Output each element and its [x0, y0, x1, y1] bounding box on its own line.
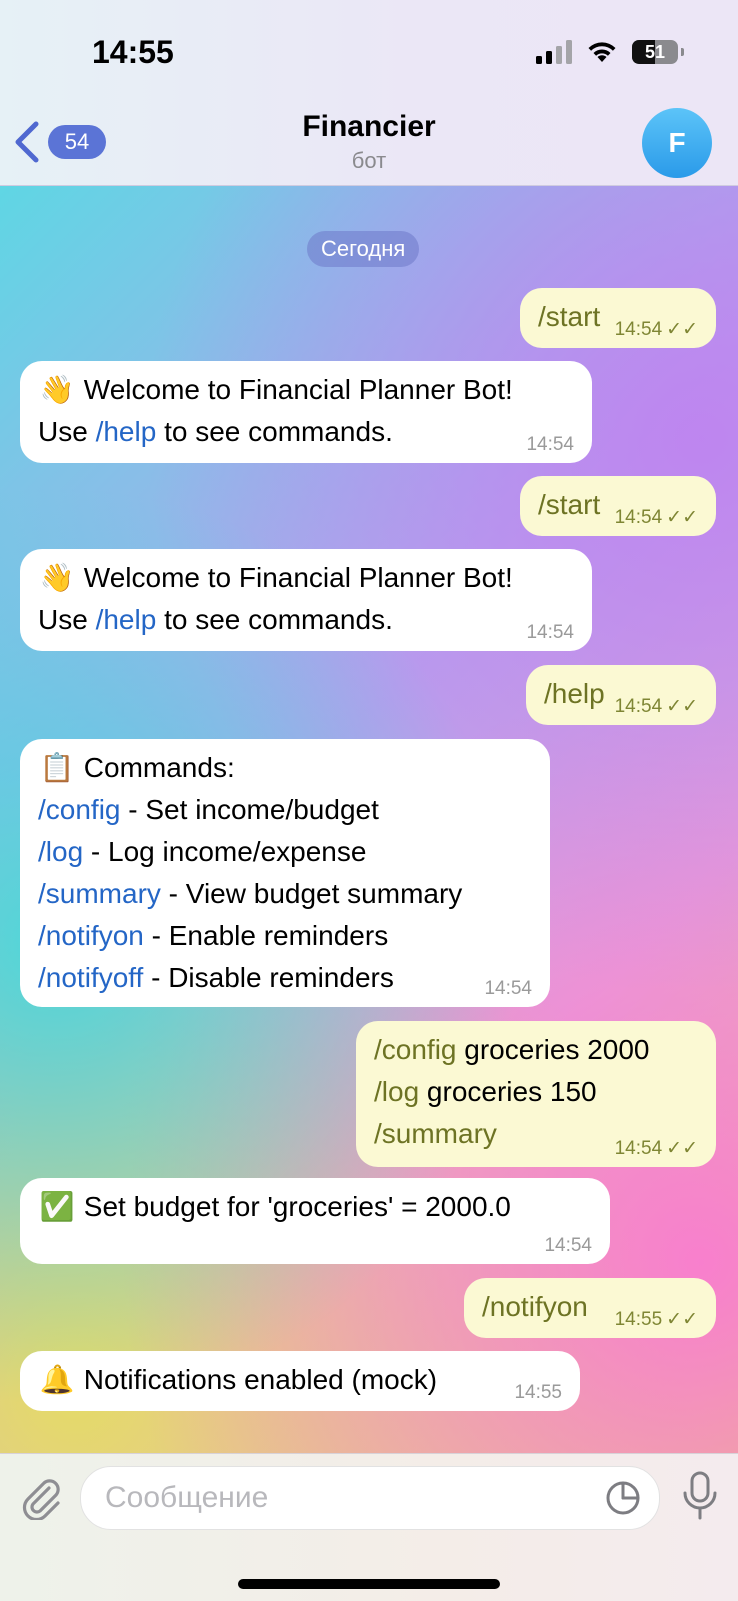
paperclip-icon[interactable] [18, 1474, 64, 1520]
microphone-icon[interactable] [680, 1470, 720, 1522]
message-input-placeholder: Сообщение [105, 1481, 269, 1514]
outgoing-message[interactable]: /start 14:54 ✓✓ [520, 288, 716, 348]
message-time: 14:54 [526, 434, 574, 455]
battery-level: 51 [644, 42, 666, 62]
double-check-icon: ✓✓ [666, 1309, 698, 1330]
message-text: to see commands. [156, 604, 393, 635]
command-description: - Set income/budget [120, 794, 379, 825]
message-text: Notifications enabled (mock) [83, 1364, 438, 1395]
chat-header: 14:55 51 54 Financier бот F [0, 0, 738, 186]
chat-title[interactable]: Financier [0, 110, 738, 144]
command-link[interactable]: /notifyoff [38, 962, 143, 993]
message-text: /start [538, 301, 601, 332]
message-time: 14:54 [526, 622, 574, 643]
message-time: 14:54 [614, 507, 663, 528]
avatar[interactable]: F [642, 108, 712, 178]
message-text: /notifyon [482, 1291, 588, 1322]
message-time: 14:54 [614, 1138, 663, 1159]
message-time: 14:54 [484, 978, 532, 999]
date-separator: Сегодня [307, 231, 420, 267]
command-link[interactable]: /help [96, 604, 157, 635]
message-text: Use [38, 416, 96, 447]
command-link[interactable]: /config [38, 794, 121, 825]
chat-subtitle: бот [351, 148, 387, 173]
message-text: Use [38, 604, 96, 635]
command-description: - Enable reminders [143, 920, 389, 951]
incoming-message[interactable]: 🔔 Notifications enabled (mock) 14:55 [20, 1351, 580, 1411]
message-text: to see commands. [156, 416, 393, 447]
double-check-icon: ✓✓ [666, 507, 698, 528]
message-time: 14:55 [514, 1382, 562, 1403]
chat-history[interactable]: Сегодня /start 14:54 ✓✓ 👋 Welcome to Fina… [0, 185, 738, 1453]
bell-icon: 🔔 [39, 1364, 75, 1395]
command-description: - Disable reminders [143, 962, 394, 993]
message-emoji: 👋 [39, 374, 75, 405]
command-link[interactable]: /notifyon [38, 920, 144, 951]
double-check-icon: ✓✓ [666, 1138, 698, 1159]
message-text: /start [538, 489, 601, 520]
message-text: Welcome to Financial Planner Bot! [83, 374, 513, 405]
outgoing-message[interactable]: /config groceries 2000 /log groceries 15… [356, 1021, 716, 1167]
command-link[interactable]: /help [96, 416, 157, 447]
message-text: Commands: [83, 752, 235, 783]
command-link[interactable]: /summary [374, 1118, 497, 1149]
check-mark-icon: ✅ [39, 1191, 75, 1222]
home-indicator[interactable] [238, 1579, 500, 1589]
cellular-signal-icon [536, 40, 572, 64]
outgoing-message[interactable]: /help 14:54 ✓✓ [526, 665, 716, 725]
message-time: 14:54 [544, 1235, 592, 1256]
command-line: /log - Log income/expense [38, 831, 532, 873]
outgoing-message[interactable]: /notifyon 14:55 ✓✓ [464, 1278, 716, 1338]
incoming-message[interactable]: 👋 Welcome to Financial Planner Bot! Use … [20, 549, 592, 651]
command-description: - View budget summary [160, 878, 463, 909]
message-time: 14:54 [614, 319, 663, 340]
wifi-icon [588, 42, 616, 62]
battery-icon: 51 [632, 40, 684, 64]
message-emoji: 👋 [39, 562, 75, 593]
command-link[interactable]: /log [38, 836, 83, 867]
outgoing-message[interactable]: /start 14:54 ✓✓ [520, 476, 716, 536]
message-time: 14:55 [614, 1309, 663, 1330]
command-link[interactable]: /summary [38, 878, 161, 909]
command-line: /summary - View budget summary [38, 873, 532, 915]
message-text: groceries 150 [419, 1076, 597, 1107]
incoming-message[interactable]: ✅ Set budget for 'groceries' = 2000.0 14… [20, 1178, 610, 1264]
double-check-icon: ✓✓ [666, 319, 698, 340]
message-time: 14:54 [614, 696, 663, 717]
command-line: /notifyoff - Disable reminders [38, 957, 532, 999]
message-text: groceries 2000 [456, 1034, 650, 1065]
sticker-icon[interactable] [605, 1480, 641, 1516]
clipboard-icon: 📋 [39, 752, 75, 783]
message-composer: Сообщение [0, 1453, 738, 1601]
status-icons: 51 [536, 40, 684, 64]
incoming-message[interactable]: 👋 Welcome to Financial Planner Bot! Use … [20, 361, 592, 463]
message-text: Set budget for 'groceries' = 2000.0 [83, 1191, 511, 1222]
message-text: Welcome to Financial Planner Bot! [83, 562, 513, 593]
command-description: - Log income/expense [83, 836, 367, 867]
double-check-icon: ✓✓ [666, 696, 698, 717]
status-time: 14:55 [92, 34, 174, 70]
message-input[interactable]: Сообщение [80, 1466, 660, 1530]
command-line: /notifyon - Enable reminders [38, 915, 532, 957]
incoming-message[interactable]: 📋 Commands: /config - Set income/budget … [20, 739, 550, 1007]
command-line: /config - Set income/budget [38, 789, 532, 831]
message-text: /help [544, 678, 605, 709]
command-link[interactable]: /config [374, 1034, 457, 1065]
command-link[interactable]: /log [374, 1076, 419, 1107]
